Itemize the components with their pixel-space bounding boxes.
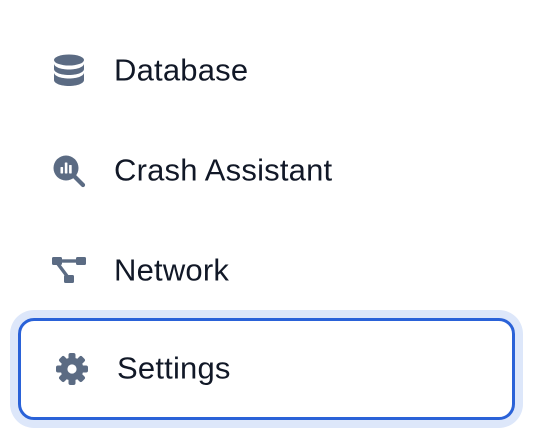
nav-item-settings[interactable]: Settings xyxy=(18,318,515,420)
nav-item-label: Network xyxy=(114,252,230,288)
network-icon xyxy=(51,253,87,289)
sidebar-nav: Database Crash Assistant Network Setting… xyxy=(0,0,534,440)
nav-item-network[interactable]: Network xyxy=(18,220,515,322)
gear-icon xyxy=(54,351,90,387)
nav-item-crash-assistant[interactable]: Crash Assistant xyxy=(18,120,515,222)
nav-item-label: Database xyxy=(114,52,249,88)
nav-item-database[interactable]: Database xyxy=(18,20,515,122)
crash-search-icon xyxy=(51,153,87,189)
database-icon xyxy=(51,53,87,89)
nav-item-label: Settings xyxy=(117,350,231,386)
nav-item-label: Crash Assistant xyxy=(114,152,333,188)
